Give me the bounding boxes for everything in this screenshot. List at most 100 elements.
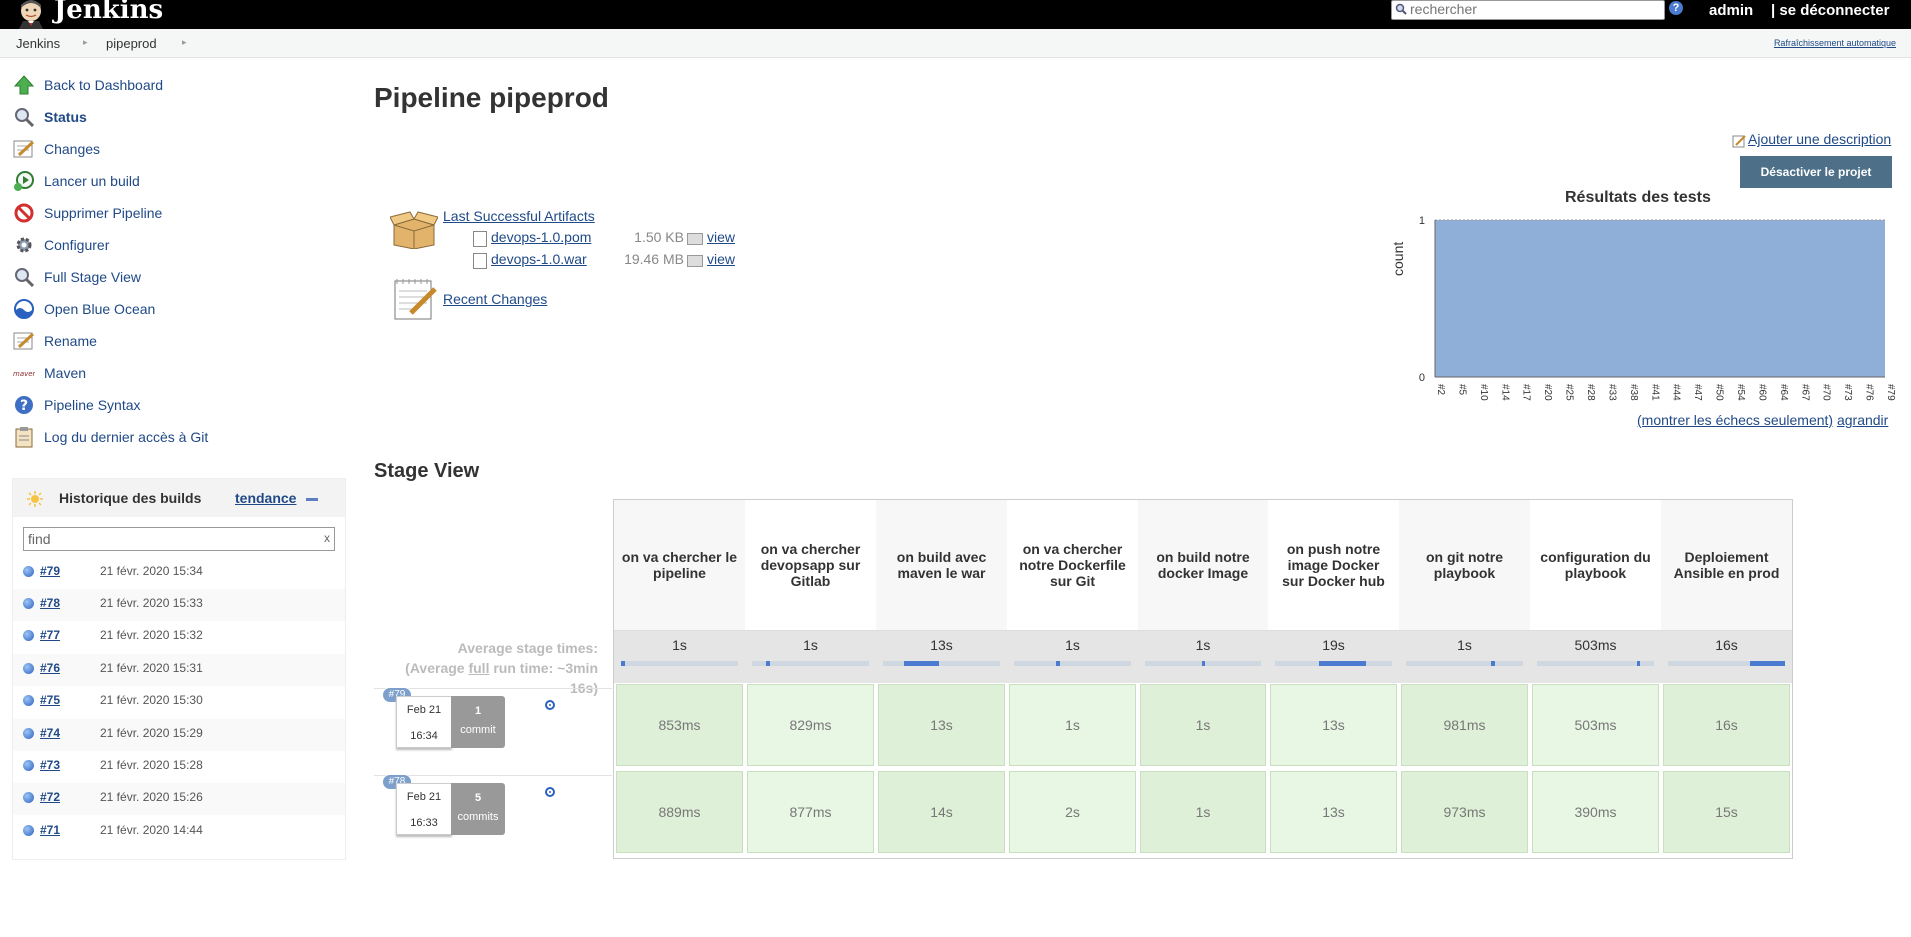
build-date[interactable]: 21 févr. 2020 14:44 bbox=[100, 823, 203, 837]
build-row: #71 21 févr. 2020 14:44 bbox=[13, 816, 345, 848]
auto-refresh-link[interactable]: Rafraîchissement automatique bbox=[1774, 38, 1896, 48]
sidebar-item-full-stage-view[interactable]: Full Stage View bbox=[13, 265, 141, 289]
build-date[interactable]: 21 févr. 2020 15:29 bbox=[100, 726, 203, 740]
collapse-icon[interactable] bbox=[306, 498, 318, 501]
magnifier-icon bbox=[13, 106, 35, 128]
search-box[interactable] bbox=[1391, 0, 1665, 20]
sidebar-item-label: Maven bbox=[44, 365, 87, 381]
sidebar-item-label: Pipeline Syntax bbox=[44, 397, 141, 413]
build-number-link[interactable]: #76 bbox=[40, 661, 60, 675]
build-number-link[interactable]: #74 bbox=[40, 726, 60, 740]
artifact-view-link[interactable]: view bbox=[707, 229, 735, 245]
help-icon[interactable]: ? bbox=[1669, 1, 1683, 15]
build-row: #79 21 févr. 2020 15:34 bbox=[13, 557, 345, 589]
artifact-view-link[interactable]: view bbox=[707, 251, 735, 267]
build-number-link[interactable]: #71 bbox=[40, 823, 60, 837]
build-date[interactable]: 21 févr. 2020 15:26 bbox=[100, 790, 203, 804]
sidebar-item-changes[interactable]: Changes bbox=[13, 137, 100, 161]
logout-link[interactable]: | se déconnecter bbox=[1771, 2, 1889, 19]
user-link[interactable]: admin bbox=[1709, 2, 1753, 19]
jenkins-logo[interactable]: Jenkins bbox=[14, 0, 163, 29]
breadcrumb-pipeprod[interactable]: pipeprod bbox=[106, 36, 157, 51]
stage-progress-fill bbox=[1056, 661, 1060, 666]
sidebar-item-lancer-un-build[interactable]: Lancer un build bbox=[13, 169, 140, 193]
sidebar-item-log-git[interactable]: Log du dernier accès à Git bbox=[13, 425, 208, 449]
breadcrumb-separator-icon[interactable]: ▸ bbox=[182, 37, 187, 48]
fingerprint-icon[interactable] bbox=[687, 233, 703, 245]
console-output-icon[interactable] bbox=[545, 700, 555, 710]
stage-run-cell[interactable]: 16s bbox=[1663, 684, 1790, 766]
build-row: #72 21 févr. 2020 15:26 bbox=[13, 783, 345, 815]
stage-run-cell[interactable]: 981ms bbox=[1401, 684, 1528, 766]
stage-run-cell[interactable]: 390ms bbox=[1532, 771, 1659, 853]
stage-run-cell[interactable]: 1s bbox=[1140, 771, 1266, 853]
stage-run-cell[interactable]: 13s bbox=[1270, 684, 1397, 766]
stage-run-cell[interactable]: 503ms bbox=[1532, 684, 1659, 766]
run-date-card: Feb 21 16:34 bbox=[396, 696, 452, 748]
stage-run-cell[interactable]: 13s bbox=[1270, 771, 1397, 853]
enlarge-link[interactable]: agrandir bbox=[1837, 412, 1888, 428]
filter-placeholder: find bbox=[28, 531, 51, 547]
search-input[interactable] bbox=[1410, 1, 1655, 17]
run-commits-box[interactable]: 1 commit bbox=[451, 696, 505, 748]
sidebar-item-status[interactable]: Status bbox=[13, 105, 87, 129]
build-filter-input[interactable]: find x bbox=[23, 527, 335, 551]
build-date[interactable]: 21 févr. 2020 15:32 bbox=[100, 628, 203, 642]
test-results-chart[interactable]: 1 0 #2 #5 #10 #14 #17 #20 #25 #28 #33 #38 #41 #44 #47 #… bbox=[1390, 210, 1900, 410]
add-description-link[interactable]: Ajouter une description bbox=[1732, 131, 1891, 147]
breadcrumb-jenkins[interactable]: Jenkins bbox=[16, 36, 60, 51]
sidebar-item-rename[interactable]: Rename bbox=[13, 329, 97, 353]
stage-run-cell[interactable]: 15s bbox=[1663, 771, 1790, 853]
build-date[interactable]: 21 févr. 2020 15:33 bbox=[100, 596, 203, 610]
last-successful-artifacts-link[interactable]: Last Successful Artifacts bbox=[443, 208, 595, 224]
stage-run-cell[interactable]: 1s bbox=[1140, 684, 1266, 766]
stage-header: configuration du playbook bbox=[1540, 549, 1651, 581]
chart-x-tick-label: #41 bbox=[1649, 384, 1660, 401]
stage-run-cell[interactable]: 889ms bbox=[616, 771, 743, 853]
build-date[interactable]: 21 févr. 2020 15:34 bbox=[100, 564, 203, 578]
stage-progress-fill bbox=[1637, 661, 1640, 666]
stage-run-cell[interactable]: 973ms bbox=[1401, 771, 1528, 853]
breadcrumb-separator-icon[interactable]: ▸ bbox=[83, 37, 88, 48]
build-date[interactable]: 21 févr. 2020 15:28 bbox=[100, 758, 203, 772]
show-failures-only-link[interactable]: (montrer les échecs seulement) bbox=[1637, 412, 1833, 428]
build-number-link[interactable]: #79 bbox=[40, 564, 60, 578]
stage-run-cell[interactable]: 1s bbox=[1009, 684, 1136, 766]
stage-run-cell[interactable]: 853ms bbox=[616, 684, 743, 766]
build-history-header: Historique des builds tendance bbox=[13, 479, 345, 517]
sidebar-item-pipeline-syntax[interactable]: ? Pipeline Syntax bbox=[13, 393, 141, 417]
build-date[interactable]: 21 févr. 2020 15:31 bbox=[100, 661, 203, 675]
build-number-link[interactable]: #73 bbox=[40, 758, 60, 772]
stage-run-cell[interactable]: 829ms bbox=[747, 684, 874, 766]
fingerprint-icon[interactable] bbox=[687, 255, 703, 267]
console-output-icon[interactable] bbox=[545, 787, 555, 797]
build-number-link[interactable]: #72 bbox=[40, 790, 60, 804]
build-date[interactable]: 21 févr. 2020 15:30 bbox=[100, 693, 203, 707]
sidebar-item-supprimer-pipeline[interactable]: Supprimer Pipeline bbox=[13, 201, 162, 225]
stage-average-cell: 1s bbox=[614, 630, 745, 683]
artifact-file-link[interactable]: devops-1.0.pom bbox=[491, 229, 591, 245]
sidebar-item-back-to-dashboard[interactable]: Back to Dashboard bbox=[13, 73, 163, 97]
sidebar-item-configurer[interactable]: Configurer bbox=[13, 233, 109, 257]
build-number-link[interactable]: #75 bbox=[40, 693, 60, 707]
clock-play-icon bbox=[13, 170, 35, 192]
stage-run-cell[interactable]: 877ms bbox=[747, 771, 874, 853]
jenkins-butler-icon bbox=[19, 0, 43, 29]
recent-changes-link[interactable]: Recent Changes bbox=[443, 291, 547, 307]
stage-run-cell[interactable]: 14s bbox=[878, 771, 1005, 853]
trend-link[interactable]: tendance bbox=[235, 490, 296, 506]
clear-filter-icon[interactable]: x bbox=[324, 531, 330, 545]
sun-icon bbox=[27, 491, 43, 507]
build-number-link[interactable]: #78 bbox=[40, 596, 60, 610]
sidebar-item-open-blue-ocean[interactable]: Open Blue Ocean bbox=[13, 297, 155, 321]
artifact-file-link[interactable]: devops-1.0.war bbox=[491, 251, 587, 267]
build-number-link[interactable]: #77 bbox=[40, 628, 60, 642]
stage-progress-bar bbox=[1668, 661, 1785, 666]
stage-run-cell[interactable]: 2s bbox=[1009, 771, 1136, 853]
full-run-link[interactable]: full bbox=[468, 660, 489, 676]
stage-average-time: 1s bbox=[672, 637, 687, 653]
run-commits-box[interactable]: 5 commits bbox=[451, 783, 505, 835]
sidebar-item-maven[interactable]: maven Maven bbox=[13, 361, 86, 385]
disable-project-button[interactable]: Désactiver le projet bbox=[1740, 156, 1892, 188]
stage-run-cell[interactable]: 13s bbox=[878, 684, 1005, 766]
